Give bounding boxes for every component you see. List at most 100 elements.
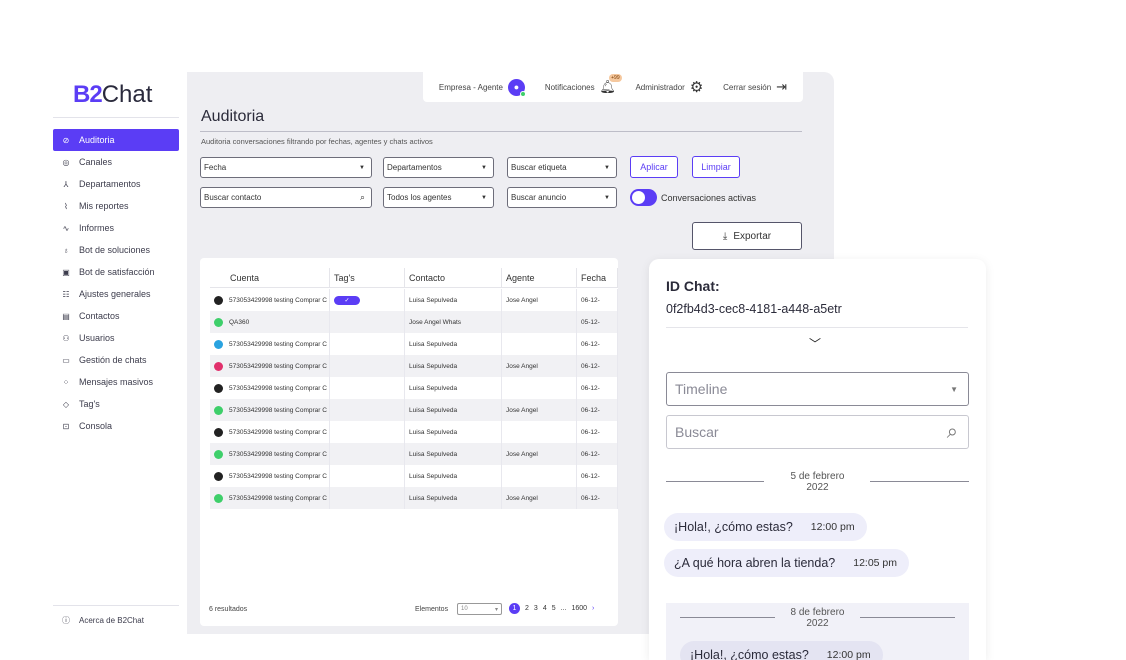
- sidebar-item-mensajes-masivos[interactable]: ⁘ Mensajes masivos: [53, 371, 179, 393]
- export-button[interactable]: ⤓ Exportar: [692, 222, 802, 250]
- sidebar-item-consola[interactable]: ⊡ Consola: [53, 415, 179, 437]
- date-divider: 5 de febrero 2022: [666, 471, 969, 495]
- chat-id-value: 0f2fb4d3-cec8-4181-a448-a5etr: [666, 302, 842, 316]
- sidebar-item-mis-reportes[interactable]: ⌇ Mis reportes: [53, 195, 179, 217]
- sidebar-item-bot-de-satisfacción[interactable]: ▣ Bot de satisfacción: [53, 261, 179, 283]
- caret-down-icon: ▼: [604, 194, 610, 201]
- chat-icon: ▭: [62, 355, 70, 365]
- logout-label: Cerrar sesión: [723, 82, 772, 92]
- contacto-cell: Luisa Sepulveda: [405, 289, 502, 311]
- table-row[interactable]: 573053429998 testing Comprar C Luisa Sepu…: [210, 487, 618, 509]
- users-icon: ⚇: [62, 333, 70, 343]
- tag-icon: ◇: [62, 399, 70, 409]
- next-page-icon[interactable]: ›: [592, 605, 594, 612]
- sidebar-item-label: Consola: [79, 421, 113, 431]
- column-header[interactable]: Contacto: [405, 268, 502, 287]
- screen-icon: ▣: [62, 267, 70, 277]
- page-title: Auditoria: [201, 108, 265, 125]
- about-link[interactable]: ⓘ Acerca de B2Chat: [61, 615, 144, 625]
- chat-detail-panel: ID Chat: 0f2fb4d3-cec8-4181-a448-a5etr ﹀…: [649, 259, 986, 660]
- panel-divider: [666, 327, 968, 328]
- sidebar-item-canales[interactable]: ◎ Canales: [53, 151, 179, 173]
- admin-menu[interactable]: Administrador ⚙: [635, 78, 703, 96]
- results-count: 6 resultados: [209, 606, 248, 613]
- active-conversations-toggle[interactable]: [630, 189, 657, 206]
- timeline-select[interactable]: Timeline ▼: [666, 372, 969, 406]
- tag-pill[interactable]: ✓: [334, 295, 360, 305]
- pagination-ellipsis: ...: [560, 605, 567, 612]
- fecha-cell: 06-12-: [577, 421, 618, 443]
- sidebar-divider: [53, 117, 179, 118]
- logout-button[interactable]: Cerrar sesión ⇥: [723, 79, 787, 95]
- chevron-down-icon[interactable]: ﹀: [809, 335, 821, 352]
- contacto-cell: Luisa Sepulveda: [405, 355, 502, 377]
- table-row[interactable]: QA360 Jose Angel Whats 05-12-: [210, 311, 618, 333]
- agents-select[interactable]: Todos los agentes ▼: [383, 187, 494, 208]
- sidebar-item-informes[interactable]: ∿ Informes: [53, 217, 179, 239]
- caret-down-icon: ▼: [359, 164, 365, 171]
- account-cell: 573053429998 testing Comprar C: [229, 406, 327, 414]
- sidebar-item-usuarios[interactable]: ⚇ Usuarios: [53, 327, 179, 349]
- column-header[interactable]: Fecha: [577, 268, 618, 287]
- contacto-cell: Jose Angel Whats: [405, 311, 502, 333]
- table-row[interactable]: 573053429998 testing Comprar C Luisa Sepu…: [210, 333, 618, 355]
- table-row[interactable]: 573053429998 testing Comprar C Luisa Sepu…: [210, 377, 618, 399]
- page-subtitle: Auditoria conversaciones filtrando por f…: [201, 137, 433, 146]
- tag-cell: [330, 333, 405, 355]
- page-button[interactable]: 1: [509, 603, 520, 614]
- company-agent-menu[interactable]: Empresa - Agente ●: [439, 78, 526, 97]
- agente-cell: [502, 421, 577, 443]
- date-divider: 8 de febrero 2022: [680, 607, 955, 631]
- sidebar-item-departamentos[interactable]: ⅄ Departamentos: [53, 173, 179, 195]
- b2chat-logo[interactable]: B2 Chat: [73, 80, 152, 110]
- ad-search-select[interactable]: Buscar anuncio ▼: [507, 187, 617, 208]
- account-cell: 573053429998 testing Comprar C: [229, 450, 327, 458]
- column-header[interactable]: Agente: [502, 268, 577, 287]
- table-row[interactable]: 573053429998 testing Comprar C Luisa Sepu…: [210, 443, 618, 465]
- contacto-cell: Luisa Sepulveda: [405, 377, 502, 399]
- account-cell: 573053429998 testing Comprar C: [229, 296, 327, 304]
- page-button[interactable]: 4: [543, 605, 547, 612]
- sidebar-item-gestión-de-chats[interactable]: ▭ Gestión de chats: [53, 349, 179, 371]
- tag-search-select[interactable]: Buscar etiqueta ▼: [507, 157, 617, 178]
- sidebar-item-auditoria[interactable]: ⊘ Auditoria: [53, 129, 179, 151]
- table-row[interactable]: 573053429998 testing Comprar C Luisa Sepu…: [210, 465, 618, 487]
- agente-cell: Jose Angel: [502, 487, 577, 509]
- page-button[interactable]: 2: [525, 605, 529, 612]
- chat-id-label: ID Chat:: [666, 278, 720, 294]
- whatsapp-icon: [214, 317, 223, 327]
- page-size-select[interactable]: 10 ▾: [457, 603, 502, 615]
- tag-cell: [330, 487, 405, 509]
- search-icon: ⌕: [946, 420, 958, 443]
- agente-cell: [502, 465, 577, 487]
- gear-icon: ⚙: [689, 79, 704, 96]
- page-button[interactable]: 5: [552, 605, 556, 612]
- contact-search-input[interactable]: Buscar contacto ⌕: [200, 187, 372, 208]
- notifications-menu[interactable]: Notificaciones 🔔︎ +99: [545, 74, 622, 95]
- table-row[interactable]: 573053429998 testing Comprar C ✓ Luisa Sep…: [210, 289, 618, 311]
- messenger-icon: [214, 427, 223, 437]
- clear-button[interactable]: Limpiar: [692, 156, 740, 178]
- results-table: Cuenta Tag's Contacto Agente Fecha 573053429…: [200, 258, 618, 626]
- sidebar-item-bot-de-soluciones[interactable]: ♁ Bot de soluciones: [53, 239, 179, 261]
- notification-badge: +99: [609, 74, 622, 82]
- sidebar-item-contactos[interactable]: ▤ Contactos: [53, 305, 179, 327]
- column-header[interactable]: Tag's: [330, 268, 405, 287]
- sidebar-item-label: Auditoria: [79, 135, 115, 145]
- table-row[interactable]: 573053429998 testing Comprar C Luisa Sepu…: [210, 421, 618, 443]
- column-header[interactable]: Cuenta: [210, 268, 330, 287]
- table-row[interactable]: 573053429998 testing Comprar C Luisa Sepu…: [210, 355, 618, 377]
- chat-message: ¡Hola!, ¿cómo estas? 12:00 pm: [680, 641, 883, 660]
- sidebar-item-ajustes-generales[interactable]: ☷ Ajustes generales: [53, 283, 179, 305]
- apply-button[interactable]: Aplicar: [630, 156, 678, 178]
- fecha-cell: 06-12-: [577, 377, 618, 399]
- date-select[interactable]: Fecha ▼: [200, 157, 372, 178]
- page-button[interactable]: 1600: [571, 605, 587, 612]
- departments-select[interactable]: Departamentos ▼: [383, 157, 494, 178]
- sidebar-item-tag-s[interactable]: ◇ Tag's: [53, 393, 179, 415]
- table-row[interactable]: 573053429998 testing Comprar C Luisa Sepu…: [210, 399, 618, 421]
- fecha-cell: 06-12-: [577, 399, 618, 421]
- contacto-cell: Luisa Sepulveda: [405, 399, 502, 421]
- chat-search-input[interactable]: Buscar ⌕: [666, 415, 969, 449]
- page-button[interactable]: 3: [534, 605, 538, 612]
